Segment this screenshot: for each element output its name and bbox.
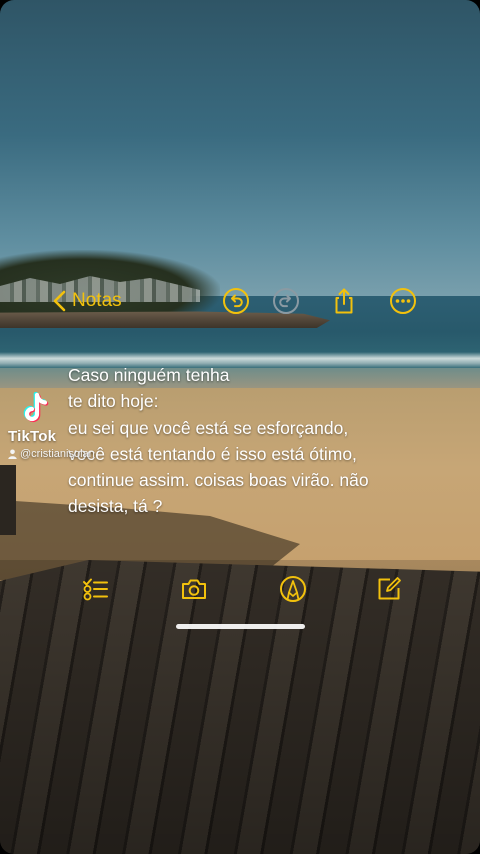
camera-icon: [182, 579, 206, 599]
share-icon: [335, 288, 353, 314]
tiktok-username: @cristianisolan: [8, 448, 95, 460]
redo-icon: [273, 288, 299, 314]
compose-icon: [378, 577, 401, 600]
undo-icon: [223, 288, 249, 314]
checklist-button[interactable]: [80, 574, 110, 604]
markup-pen-icon: [280, 576, 306, 602]
notes-top-toolbar: Notas: [0, 283, 480, 319]
note-line: você está tentando é isso está ótimo,: [68, 443, 357, 464]
note-body[interactable]: Caso ninguém tenha te dito hoje: eu sei …: [68, 362, 468, 520]
notes-bottom-toolbar: [0, 572, 480, 606]
redo-button[interactable]: [272, 287, 300, 315]
user-icon: [8, 449, 17, 459]
more-icon: [390, 288, 416, 314]
checklist-icon: [83, 578, 108, 601]
back-label: Notas: [72, 290, 122, 311]
more-button[interactable]: [389, 287, 417, 315]
undo-button[interactable]: [222, 287, 250, 315]
note-line: te dito hoje:: [68, 391, 159, 412]
wooden-post: [0, 465, 16, 535]
markup-button[interactable]: [278, 574, 308, 604]
back-button[interactable]: Notas: [52, 285, 122, 317]
note-line: Caso ninguém tenha: [68, 365, 230, 385]
tiktok-logo-icon: [23, 392, 49, 423]
note-line: eu sei que você está se esforçando,: [68, 417, 349, 438]
notes-screen: Notas Caso ninguém tenha te dito hoje: e…: [0, 0, 480, 854]
username-text: @cristianisolan: [20, 448, 95, 460]
tiktok-wordmark: TikTok: [8, 428, 57, 445]
camera-button[interactable]: [179, 574, 209, 604]
chevron-left-icon: [53, 290, 66, 312]
compose-button[interactable]: [374, 574, 404, 604]
home-indicator[interactable]: [176, 624, 305, 629]
share-button[interactable]: [330, 287, 358, 315]
note-line: continue assim. coisas boas virão. não: [68, 470, 369, 491]
note-line: desista, tá ?: [68, 496, 163, 517]
